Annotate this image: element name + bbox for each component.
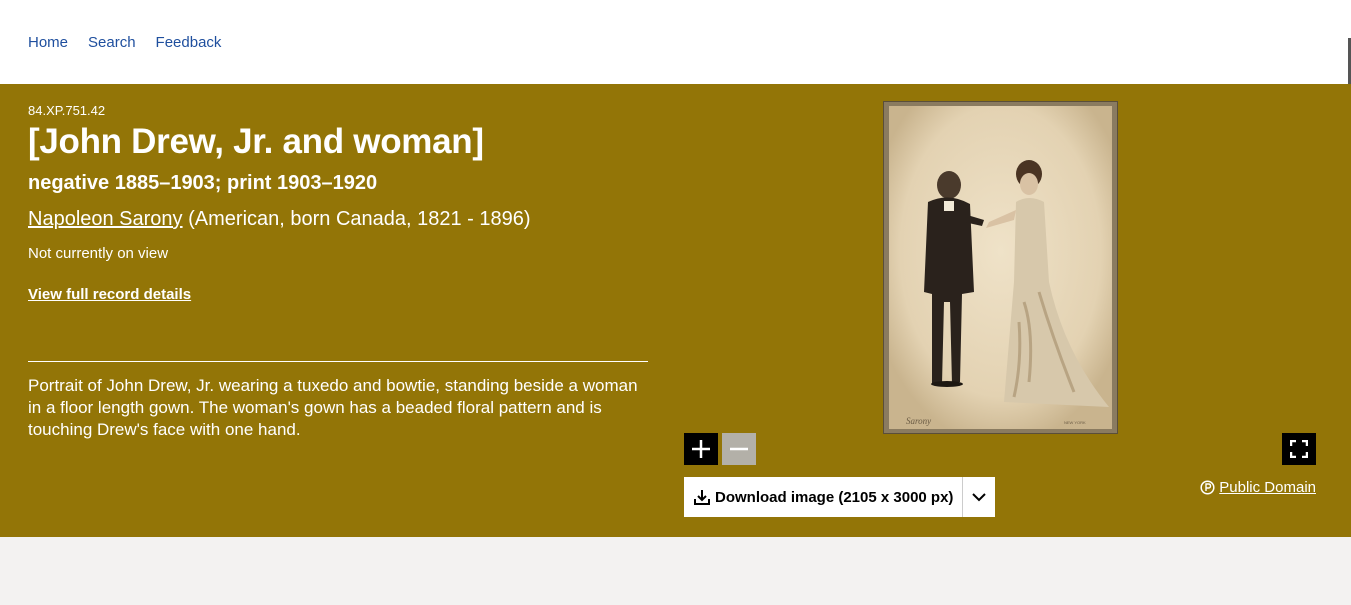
public-domain-icon (1200, 480, 1215, 495)
photograph-illustration: Sarony NEW YORK (884, 102, 1117, 433)
zoom-out-button[interactable] (722, 433, 756, 465)
download-options-toggle[interactable] (962, 477, 995, 517)
zoom-in-button[interactable] (684, 433, 718, 465)
nav-search-link[interactable]: Search (88, 34, 136, 51)
zoom-in-icon (692, 440, 710, 458)
object-title: [John Drew, Jr. and woman] (28, 122, 484, 161)
public-domain-link[interactable]: Public Domain (1219, 479, 1316, 496)
license-info: Public Domain (1200, 479, 1316, 496)
fullscreen-button[interactable] (1282, 433, 1316, 465)
maker-line: Napoleon Sarony (American, born Canada, … (28, 208, 531, 231)
fullscreen-icon (1290, 440, 1308, 458)
view-full-record-link[interactable]: View full record details (28, 286, 191, 303)
download-image-control: Download image (2105 x 3000 px) (684, 477, 995, 517)
zoom-out-icon (730, 447, 748, 451)
download-icon (694, 490, 710, 505)
svg-text:Sarony: Sarony (906, 416, 931, 426)
object-description: Portrait of John Drew, Jr. wearing a tux… (28, 376, 638, 439)
download-image-label: Download image (2105 x 3000 px) (715, 488, 954, 506)
maker-link[interactable]: Napoleon Sarony (28, 208, 183, 230)
chevron-down-icon (972, 493, 986, 502)
svg-text:NEW YORK: NEW YORK (1064, 420, 1086, 425)
nav-home-link[interactable]: Home (28, 34, 68, 51)
object-hero: 84.XP.751.42 [John Drew, Jr. and woman] … (0, 84, 1351, 537)
artwork-image[interactable]: Sarony NEW YORK (883, 101, 1118, 434)
top-navigation-bar: Home Search Feedback (0, 0, 1351, 108)
main-nav: Home Search Feedback (28, 34, 221, 51)
object-date: negative 1885–1903; print 1903–1920 (28, 172, 378, 194)
nav-feedback-link[interactable]: Feedback (156, 34, 222, 51)
view-status: Not currently on view (28, 245, 169, 262)
divider (28, 361, 648, 362)
accession-number: 84.XP.751.42 (28, 103, 106, 118)
maker-bio: (American, born Canada, 1821 - 1896) (182, 208, 531, 230)
download-image-button[interactable]: Download image (2105 x 3000 px) (684, 477, 962, 517)
